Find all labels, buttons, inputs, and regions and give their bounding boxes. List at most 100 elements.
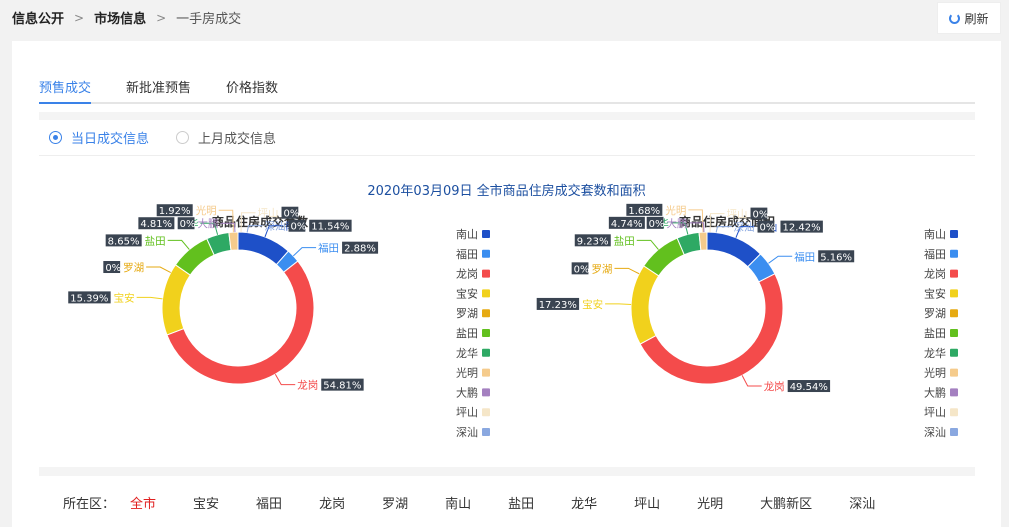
radio-today[interactable]: 当日成交信息 <box>49 128 149 147</box>
district-item[interactable]: 罗湖 <box>382 493 408 512</box>
legend-swatch[interactable] <box>950 249 958 258</box>
slice-name-label: 福田 <box>794 250 815 263</box>
slice-name-label: 龙岗 <box>297 379 318 392</box>
slice-value-label: 0% <box>760 223 776 234</box>
slice-value-label: 0% <box>284 209 300 220</box>
legend-label: 坪山 <box>924 406 946 419</box>
slice-name-label: 盐田 <box>614 234 635 247</box>
legend-swatch[interactable] <box>950 428 958 436</box>
leader-line <box>605 303 632 305</box>
tab-bar: 预售成交 新批准预售 价格指数 <box>39 69 975 104</box>
slice-name-label: 罗湖 <box>123 262 144 274</box>
legend-swatch[interactable] <box>950 289 958 298</box>
donut-slice[interactable] <box>161 264 191 336</box>
donut-slice[interactable] <box>639 273 784 385</box>
slice-value-label: 15.39% <box>70 293 108 304</box>
legend-label: 光明 <box>924 366 946 380</box>
divider-band-bottom <box>39 467 975 476</box>
slice-value-label: 1.68% <box>628 206 660 217</box>
district-filter-label: 所在区： <box>63 497 116 512</box>
leader-line <box>636 239 659 250</box>
legend-swatch[interactable] <box>482 408 490 417</box>
legend-swatch[interactable] <box>482 348 490 357</box>
slice-value-label: 0% <box>753 210 769 221</box>
donut-slice[interactable] <box>166 260 315 385</box>
district-item[interactable]: 坪山 <box>634 493 660 512</box>
radio-unselected-icon <box>176 131 190 144</box>
legend-swatch[interactable] <box>950 388 958 397</box>
district-item[interactable]: 全市 <box>130 493 156 512</box>
slice-value-label: 11.54% <box>311 222 349 233</box>
legend-swatch[interactable] <box>950 309 958 318</box>
leader-line <box>741 375 762 387</box>
slice-value-label: 0% <box>291 222 307 233</box>
legend-swatch[interactable] <box>950 269 958 278</box>
district-item[interactable]: 福田 <box>256 493 282 512</box>
breadcrumb: 信息公开 > 市场信息 > 一手房成交 <box>12 8 241 28</box>
district-item[interactable]: 宝安 <box>193 493 219 512</box>
donut-slice[interactable] <box>228 231 239 251</box>
radio-last-month-label: 上月成交信息 <box>198 132 277 147</box>
slice-name-label: 大鹏 <box>197 217 218 230</box>
leader-line <box>768 255 793 264</box>
breadcrumb-item-info[interactable]: 信息公开 <box>12 8 64 27</box>
slice-value-label: 5.16% <box>820 252 852 263</box>
district-item[interactable]: 龙岗 <box>319 493 345 512</box>
legend-swatch[interactable] <box>482 249 490 258</box>
legend-label: 大鹏 <box>924 385 946 399</box>
legend-swatch[interactable] <box>482 230 490 238</box>
refresh-button[interactable]: 刷新 <box>937 2 1001 34</box>
divider-line <box>39 155 975 156</box>
legend-label: 福田 <box>456 247 478 261</box>
tab-new-presale[interactable]: 新批准预售 <box>126 69 191 104</box>
radio-last-month[interactable]: 上月成交信息 <box>176 128 276 147</box>
radio-selected-icon <box>49 131 62 144</box>
district-item[interactable]: 盐田 <box>508 493 534 512</box>
slice-name-label: 盐田 <box>145 234 166 247</box>
slice-value-label: 2.88% <box>344 244 376 255</box>
donut-slice[interactable] <box>630 265 660 345</box>
legend-swatch[interactable] <box>950 368 958 377</box>
slice-value-label: 17.23% <box>539 300 577 311</box>
slice-name-label: 深汕 <box>265 221 286 233</box>
district-item[interactable]: 深汕 <box>849 493 875 512</box>
donut-chart: 商品住房成交套数南山11.54%福田2.88%龙岗54.81%宝安15.39%罗… <box>68 204 490 439</box>
legend-swatch[interactable] <box>950 329 958 337</box>
breadcrumb-item-market[interactable]: 市场信息 <box>94 8 146 27</box>
legend-label: 盐田 <box>456 327 478 340</box>
legend-label: 南山 <box>456 228 478 241</box>
tab-price-index[interactable]: 价格指数 <box>226 69 278 104</box>
donut-slice[interactable] <box>643 237 685 277</box>
legend-label: 罗湖 <box>456 307 478 320</box>
legend-swatch[interactable] <box>482 428 490 436</box>
legend-swatch[interactable] <box>482 368 490 377</box>
leader-line <box>274 373 296 386</box>
radio-today-label: 当日成交信息 <box>71 132 150 147</box>
legend-swatch[interactable] <box>482 329 490 337</box>
legend-swatch[interactable] <box>950 348 958 357</box>
district-item[interactable]: 光明 <box>697 493 723 512</box>
district-item[interactable]: 南山 <box>445 493 471 512</box>
divider-band <box>39 112 975 120</box>
slice-value-label: 8.65% <box>108 236 140 247</box>
tab-presale-deals[interactable]: 预售成交 <box>39 69 92 104</box>
legend-swatch[interactable] <box>482 269 490 278</box>
leader-line <box>167 239 190 250</box>
legend-swatch[interactable] <box>482 388 490 397</box>
legend-label: 龙华 <box>924 346 946 360</box>
legend-swatch[interactable] <box>950 408 958 417</box>
legend-label: 深汕 <box>924 426 946 439</box>
legend-swatch[interactable] <box>950 230 958 238</box>
slice-value-label: 54.81% <box>323 381 361 392</box>
legend-label: 深汕 <box>456 426 478 439</box>
slice-value-label: 12.42% <box>782 223 820 234</box>
district-item[interactable]: 大鹏新区 <box>760 493 812 512</box>
district-item[interactable]: 龙华 <box>571 493 597 512</box>
refresh-label: 刷新 <box>964 11 989 26</box>
slice-value-label: 4.81% <box>140 219 172 230</box>
donut-slice[interactable] <box>698 231 708 251</box>
legend-swatch[interactable] <box>482 289 490 298</box>
slice-value-label: 9.23% <box>577 236 609 247</box>
leader-line <box>292 247 317 257</box>
legend-swatch[interactable] <box>482 309 490 318</box>
